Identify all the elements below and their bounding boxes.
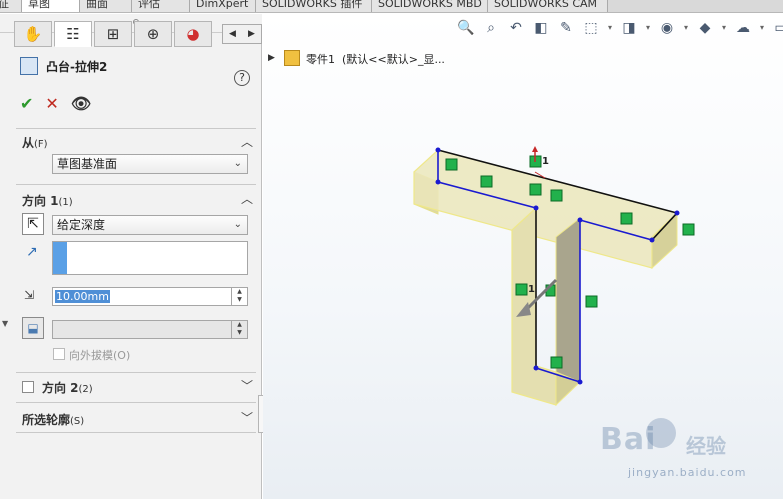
action-buttons: ✔ ✕ 👁 (20, 94, 91, 116)
horizontal-relation-marker (480, 175, 493, 188)
selected-contours-section-title[interactable]: 所选轮廓(S) (22, 411, 84, 428)
horizontal-relation-marker (620, 212, 633, 225)
vertical-relation-marker (682, 223, 695, 236)
sketch-point (435, 147, 441, 153)
feature-header: 凸台-拉伸2 (20, 56, 260, 78)
section-divider (16, 402, 256, 403)
chevron-down-icon: ⌄ (233, 158, 242, 169)
direction1-section-title[interactable]: 方向 1(1) (22, 192, 73, 209)
watermark-url: jingyan.baidu.com (628, 466, 747, 479)
tab-solidworks-addins[interactable]: SOLIDWORKS 插件 (256, 0, 372, 12)
scroll-left-icon[interactable]: ◀ (223, 25, 242, 43)
tab-solidworks-mbd[interactable]: SOLIDWORKS MBD (372, 0, 488, 12)
vertical-relation-marker (585, 295, 598, 308)
draft-outward-checkbox (53, 348, 65, 360)
displaymanager-tab[interactable]: ◕ (174, 21, 212, 47)
tab-dimxpert[interactable]: DimXpert (190, 0, 256, 12)
sketch-point (533, 205, 539, 211)
section-divider (16, 128, 256, 129)
draft-toggle-button[interactable]: ⬓ (22, 317, 44, 339)
chevron-up-icon[interactable]: ︿ (241, 190, 253, 207)
tab-evaluate[interactable]: 评估 (132, 0, 190, 12)
sketch-point (674, 210, 680, 216)
collapse-arrow-icon[interactable]: ▼ (2, 319, 8, 328)
sketch-point (577, 217, 583, 223)
chevron-down-icon[interactable]: ﹀ (241, 377, 253, 394)
scroll-right-icon[interactable]: ▶ (242, 25, 261, 43)
config-tree-icon: ⊞ (106, 24, 120, 43)
direction2-checkbox[interactable] (22, 381, 34, 393)
chevron-down-icon: ⌄ (233, 219, 242, 230)
from-select[interactable]: 草图基准面 ⌄ (52, 154, 248, 174)
extrude-preview[interactable] (263, 14, 783, 499)
horizontal-relation-marker (550, 356, 563, 369)
direction-vector-icon: ↗ (26, 244, 38, 260)
depth-dimension-icon: ⇲ (24, 288, 35, 302)
help-icon[interactable]: ? (234, 70, 250, 86)
dimension-label-mid: 1 (528, 284, 535, 295)
tab-sketch[interactable]: 草图 (22, 0, 80, 12)
detailed-preview-icon[interactable]: 👁 (71, 94, 91, 116)
end-condition-select[interactable]: 给定深度 ⌄ (52, 215, 248, 235)
tab-solidworks-cam[interactable]: SOLIDWORKS CAM (488, 0, 608, 12)
section-divider (16, 432, 256, 433)
reverse-direction-button[interactable]: ⇱ (22, 213, 44, 235)
tab-surfaces[interactable]: 曲面 (80, 0, 132, 12)
featuremanager-tab[interactable]: ✋ (14, 21, 52, 47)
horizontal-relation-marker (550, 189, 563, 202)
command-manager-tabs: 征 草图 曲面 评估 DimXpert SOLIDWORKS 插件 SOLIDW… (0, 0, 783, 13)
feature-title: 凸台-拉伸2 (46, 60, 108, 74)
dimension-label-top: 1 (542, 156, 549, 167)
tab-features[interactable]: 征 (0, 0, 22, 12)
propertymanager-tab[interactable]: ☷ (54, 21, 92, 47)
display-pie-icon: ◕ (186, 24, 200, 43)
section-divider (16, 372, 256, 373)
sketch-point (435, 179, 441, 185)
sketch-point (577, 379, 583, 385)
chevron-down-icon[interactable]: ﹀ (241, 409, 253, 426)
spin-buttons[interactable]: ▲ ▼ (231, 288, 247, 305)
chevron-up-icon[interactable]: ︿ (241, 133, 253, 150)
property-list-icon: ☷ (66, 24, 80, 43)
sketch-point (649, 237, 655, 243)
coincident-relation-marker (515, 283, 528, 296)
part-hand-icon: ✋ (23, 24, 43, 43)
paw-logo-icon (646, 418, 676, 448)
sketch-point (533, 365, 539, 371)
vertical-relation-marker (445, 158, 458, 171)
configurationmanager-tab[interactable]: ⊞ (94, 21, 132, 47)
watermark-brand-tail: 经验 (686, 434, 726, 458)
draft-angle-input: ▲ ▼ (52, 320, 248, 339)
cancel-button[interactable]: ✕ (45, 94, 58, 116)
ok-button[interactable]: ✔ (20, 94, 33, 116)
extrude-boss-icon (20, 57, 38, 75)
reverse-arrow-icon: ⇱ (27, 216, 39, 232)
coincident-relation-marker (529, 183, 542, 196)
selection-focus-bar (53, 242, 67, 274)
from-section-title[interactable]: 从(F) (22, 134, 48, 151)
direction-vector-listbox[interactable] (52, 241, 248, 275)
draft-outward-label: 向外拔模(O) (69, 349, 131, 362)
crosshair-icon: ⊕ (146, 24, 160, 43)
section-divider (16, 184, 256, 185)
depth-input[interactable]: 10.00mm ▲ ▼ (52, 287, 248, 306)
draft-block-icon: ⬓ (27, 321, 39, 335)
direction2-section-title[interactable]: 方向 2(2) (42, 379, 93, 396)
spin-buttons: ▲ ▼ (231, 321, 247, 338)
origin-arrow-icon (532, 146, 538, 152)
dimxpertmanager-tab[interactable]: ⊕ (134, 21, 172, 47)
tab-scroll-arrows: ◀ ▶ (222, 24, 262, 44)
